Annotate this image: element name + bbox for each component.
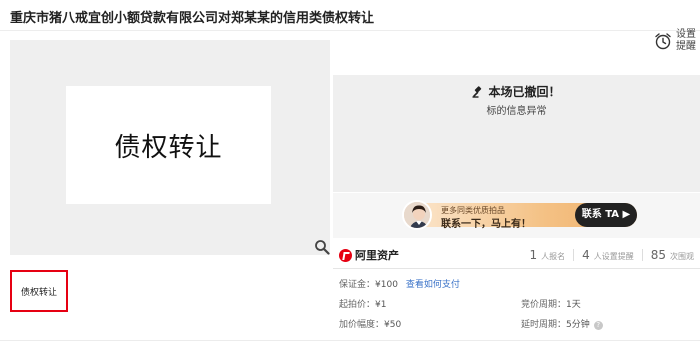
status-headline: 本场已撤回！: [333, 83, 700, 100]
image-thumbnail[interactable]: 债权转让: [10, 270, 68, 312]
info-divider: [333, 268, 700, 269]
brand-logo[interactable]: 阿里资产: [339, 247, 399, 263]
stat-views-count: 85: [650, 248, 666, 262]
stat-signups: 1 人报名: [529, 248, 565, 262]
thumbnail-text: 债权转让: [20, 287, 57, 298]
zoom-button[interactable]: [314, 239, 330, 255]
reminder-line-1: 设置: [676, 29, 696, 40]
promo-banner: 更多同类优质拍品 联系一下，马上有！ 联系 TA ▶: [333, 193, 700, 238]
how-to-pay-link[interactable]: 查看如何支付: [406, 280, 460, 290]
deposit-row: 保证金：¥100 查看如何支付: [339, 277, 460, 290]
brand-icon: [339, 248, 352, 262]
preview-card: 债权转让: [66, 86, 271, 204]
stat-divider: [573, 249, 575, 261]
stat-views: 85 次围观: [651, 248, 694, 262]
set-reminder-button[interactable]: 设置 提醒: [652, 28, 698, 56]
stat-views-label: 次围观: [670, 252, 694, 261]
magnifier-icon: [315, 240, 330, 255]
preview-card-text: 债权转让: [114, 132, 223, 163]
increment-label: 加价幅度：: [339, 320, 385, 330]
deposit-label: 保证金：: [339, 280, 376, 290]
bid-period-label: 竞价周期：: [521, 300, 567, 310]
help-icon[interactable]: ?: [593, 321, 603, 330]
agent-avatar: [402, 200, 432, 230]
gavel-icon: [472, 86, 482, 98]
auction-stats: 1 人报名 4 人设置提醒 85 次围观: [529, 248, 694, 262]
start-price-value: ¥1: [375, 300, 387, 310]
brand-name: 阿里资产: [355, 249, 399, 262]
increment-value: ¥50: [384, 320, 402, 330]
bid-period-value: 1天: [566, 300, 581, 310]
page-title: 重庆市猪八戒宜创小额贷款有限公司对郑某某的信用类债权转让: [10, 11, 375, 26]
reminder-line-2: 提醒: [676, 41, 696, 52]
stat-reminders-label: 人设置提醒: [593, 252, 634, 261]
delay-value: 5分钟: [566, 320, 590, 330]
stat-signups-label: 人报名: [541, 252, 566, 261]
bid-period-row: 竞价周期：1天: [521, 297, 581, 310]
increment-row: 加价幅度：¥50: [339, 317, 401, 330]
deposit-value: ¥100: [375, 280, 398, 290]
alarm-clock-icon: [655, 33, 671, 50]
set-reminder-label: 设置 提醒: [676, 29, 696, 53]
start-price-label: 起拍价：: [339, 300, 376, 310]
delay-label: 延时周期：: [521, 320, 567, 330]
start-price-row: 起拍价：¥1: [339, 297, 386, 310]
item-image-preview: 债权转让: [10, 40, 330, 255]
stat-reminders: 4 人设置提醒: [582, 248, 634, 262]
stat-reminders-count: 4: [582, 248, 590, 262]
stat-signups-count: 1: [529, 248, 538, 262]
auction-status-panel: 本场已撤回！ 标的信息异常: [333, 75, 700, 192]
delay-row: 延时周期：5分钟?: [521, 317, 603, 330]
stat-divider: [641, 249, 643, 261]
contact-button[interactable]: 联系 TA ▶: [575, 203, 637, 227]
bottom-divider: [0, 340, 700, 341]
title-divider: [0, 30, 700, 31]
status-headline-text: 本场已撤回！: [488, 85, 561, 99]
promo-line-2: 联系一下，马上有！: [441, 219, 531, 230]
status-subtext: 标的信息异常: [486, 106, 547, 117]
